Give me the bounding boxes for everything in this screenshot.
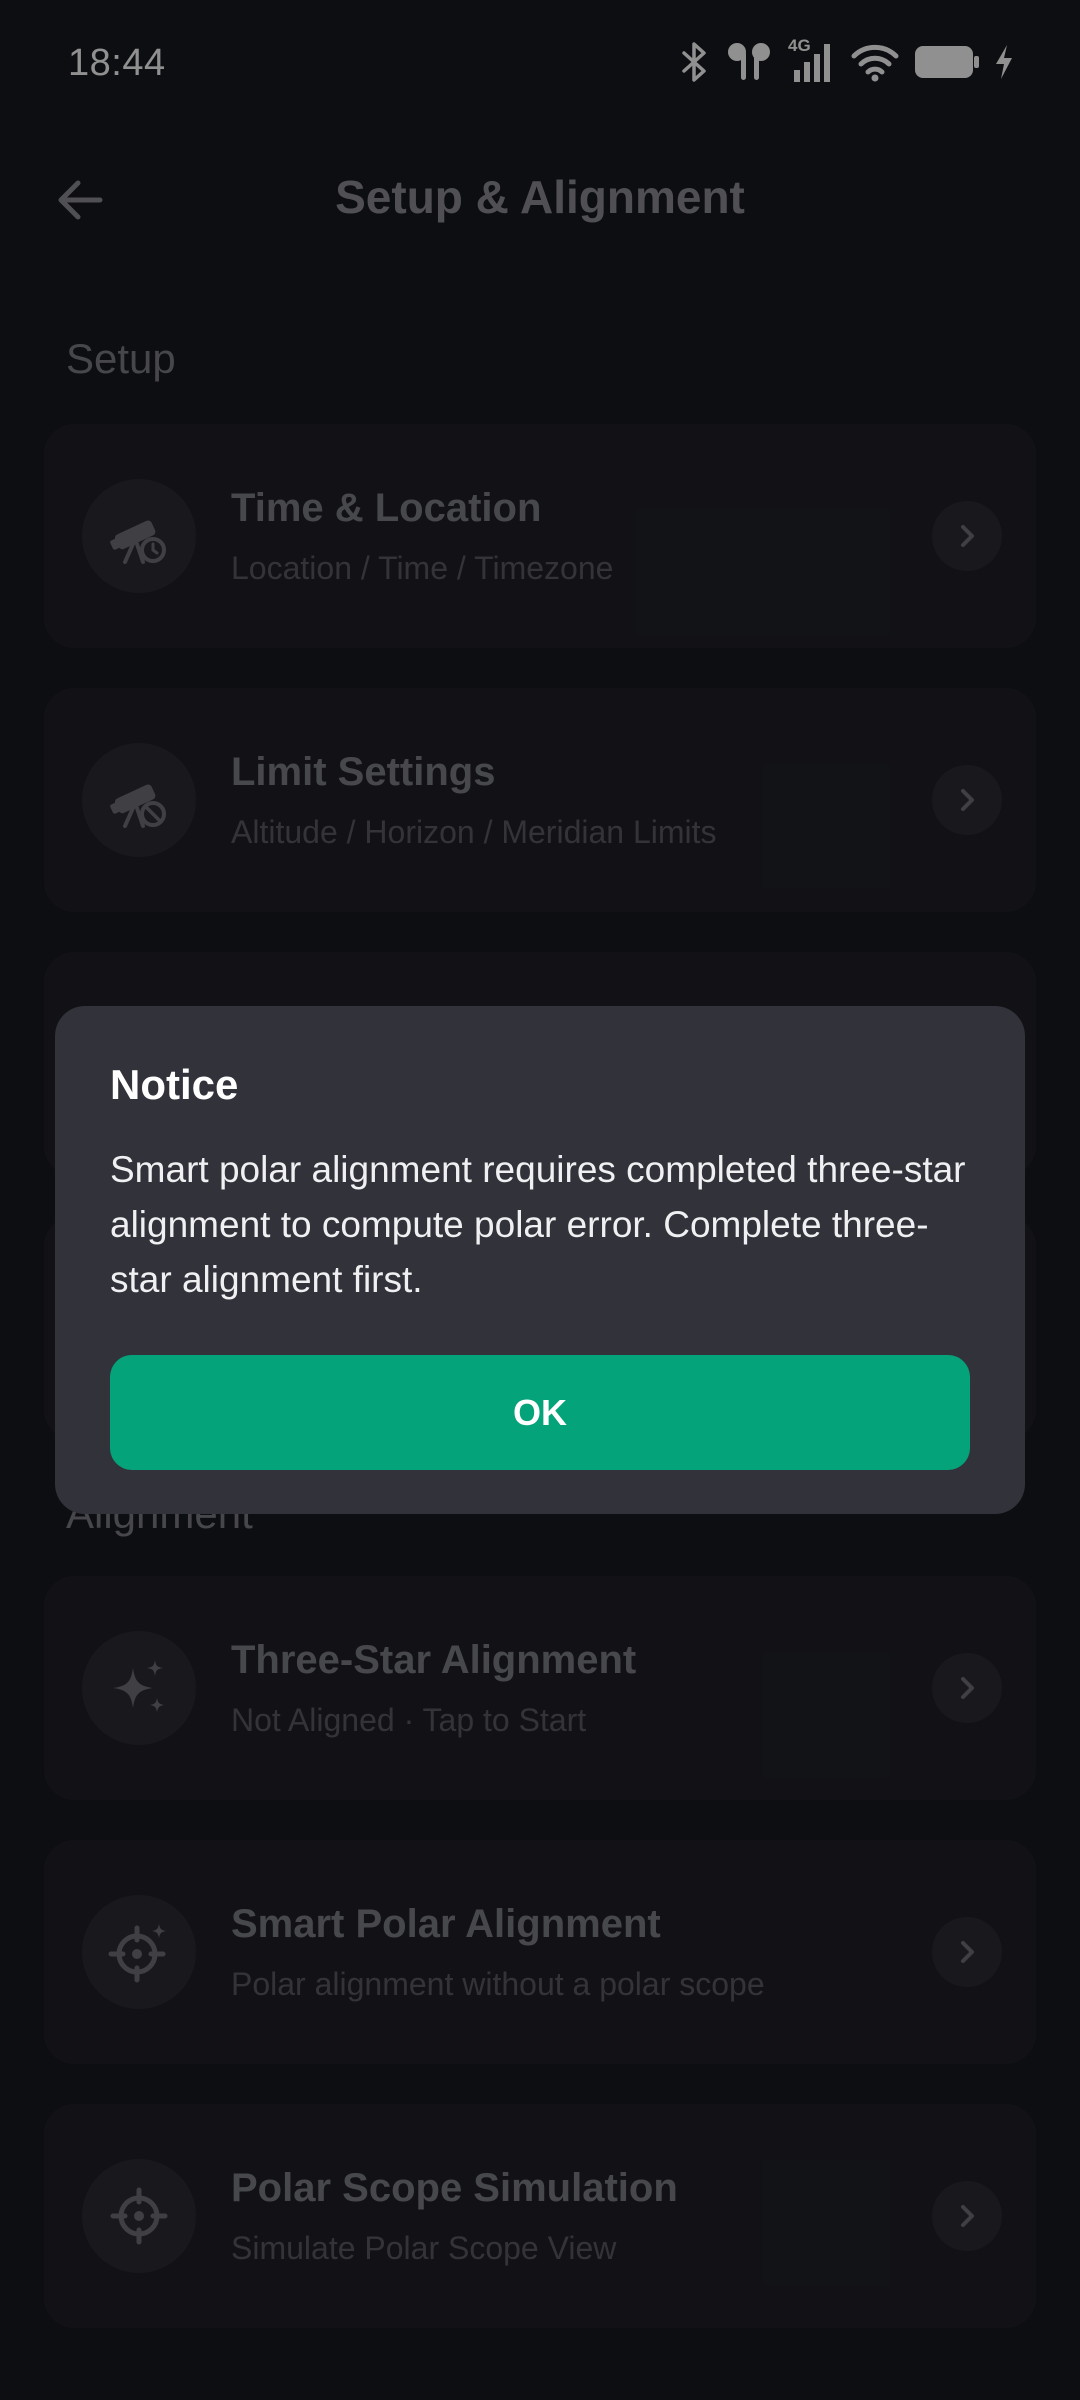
- ok-button[interactable]: OK: [110, 1355, 970, 1470]
- dialog-title: Notice: [110, 1061, 239, 1108]
- notice-dialog: Notice Smart polar alignment requires co…: [55, 1006, 1025, 1514]
- dialog-message: Smart polar alignment requires completed…: [110, 1149, 966, 1300]
